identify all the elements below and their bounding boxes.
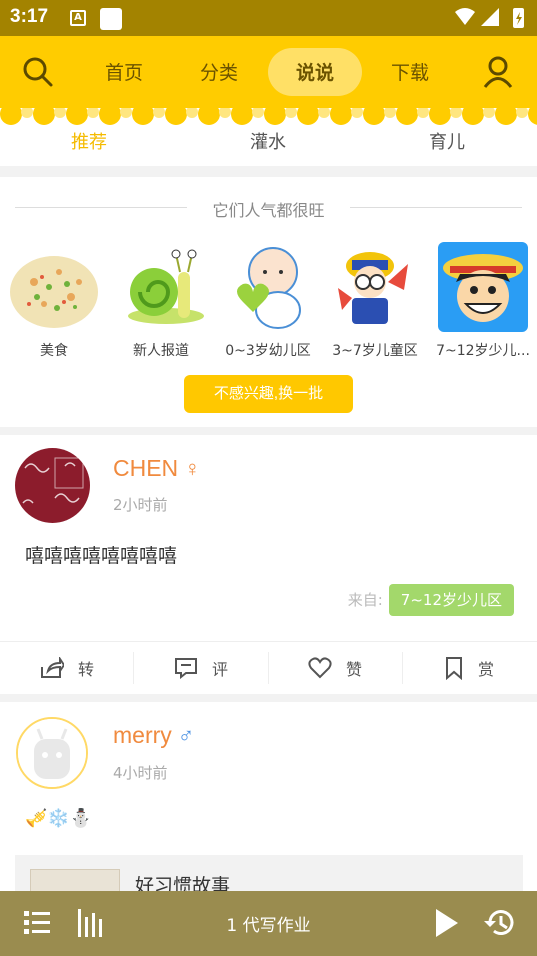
- status-time: 3:17: [10, 6, 49, 27]
- swap-batch-button[interactable]: 不感兴趣,换一批: [184, 375, 353, 413]
- play-icon[interactable]: [428, 905, 464, 941]
- avatar[interactable]: [16, 717, 88, 789]
- popular-item-label: 美食: [40, 343, 68, 359]
- avatar[interactable]: [15, 448, 90, 523]
- like-button[interactable]: 赞: [268, 642, 402, 694]
- nav-scallop-edge: [0, 108, 537, 125]
- status-bar: 3:17 A: [0, 0, 537, 36]
- popular-item-toddler[interactable]: 0~3岁幼儿区: [218, 242, 318, 360]
- post-username[interactable]: CHEN ♀: [113, 455, 201, 482]
- popular-item-newcomer[interactable]: 新人报道: [111, 242, 211, 360]
- subtab-parenting[interactable]: 育儿: [397, 128, 497, 154]
- story-thumbnail: [30, 869, 120, 891]
- signal-icon: [481, 8, 499, 26]
- popular-item-label: 3~7岁儿童区: [332, 343, 418, 359]
- tab-download[interactable]: 下载: [370, 58, 450, 85]
- comment-label: 评: [211, 660, 228, 679]
- history-icon[interactable]: [482, 905, 518, 941]
- post-source: 来自: 7~12岁少儿区: [348, 584, 514, 616]
- comment-icon: [174, 658, 197, 679]
- popular-item-label: 新人报道: [133, 343, 189, 359]
- notification-a-icon: A: [70, 10, 86, 26]
- story-title: 好习惯故事: [135, 875, 231, 891]
- popular-item-food[interactable]: 美食: [4, 242, 104, 360]
- male-icon: ♂: [177, 723, 195, 748]
- bookmark-icon: [445, 657, 462, 680]
- popular-item-preteen[interactable]: 7~12岁少儿...: [433, 242, 533, 360]
- wifi-icon: [455, 8, 475, 25]
- repost-label: 转: [77, 660, 94, 679]
- tab-talk[interactable]: 说说: [275, 58, 355, 85]
- female-icon: ♀: [184, 456, 201, 481]
- system-icons: [455, 8, 524, 28]
- tab-category[interactable]: 分类: [179, 58, 259, 85]
- popular-section: 它们人气都很旺 美食 新人报道 0~3岁幼儿区 3~7岁儿童区 7~12岁少儿.…: [0, 177, 537, 427]
- post-card[interactable]: merry ♂ 4小时前 🎺❄️⛄ 好习惯故事: [0, 702, 537, 891]
- comment-button[interactable]: 评: [134, 642, 268, 694]
- popular-item-label: 7~12岁少儿...: [436, 343, 530, 359]
- search-icon[interactable]: [20, 54, 56, 90]
- baby-image: [223, 242, 313, 332]
- notification-square-icon: [100, 8, 122, 30]
- heart-icon: [308, 657, 332, 679]
- reward-button[interactable]: 赏: [402, 642, 536, 694]
- tab-home[interactable]: 首页: [84, 58, 164, 85]
- story-card[interactable]: 好习惯故事: [15, 855, 523, 891]
- reward-label: 赏: [477, 660, 494, 679]
- username-text: CHEN: [113, 455, 179, 481]
- repost-button[interactable]: 转: [0, 642, 134, 694]
- subtab-recommend[interactable]: 推荐: [39, 128, 139, 154]
- fried-rice-image: [9, 242, 99, 332]
- divider: [350, 207, 522, 208]
- post-username[interactable]: merry ♂: [113, 722, 194, 749]
- popular-item-label: 0~3岁幼儿区: [225, 343, 311, 359]
- post-actions: 转 评 赞 赏: [0, 641, 537, 693]
- arale-image: [330, 242, 420, 332]
- share-icon: [40, 657, 64, 678]
- like-label: 赞: [345, 660, 362, 679]
- subtab-chat[interactable]: 灌水: [218, 128, 318, 154]
- post-emoji: 🎺❄️⛄: [25, 808, 93, 829]
- post-content: 嘻嘻嘻嘻嘻嘻嘻嘻: [25, 545, 178, 567]
- popular-title: 它们人气都很旺: [212, 201, 325, 220]
- snail-image: [116, 242, 206, 332]
- source-label: 来自:: [347, 591, 383, 609]
- post-card[interactable]: CHEN♀ 2小时前 嘻嘻嘻嘻嘻嘻嘻嘻 来自: 7~12岁少儿区 转 评 赞: [0, 435, 537, 694]
- audio-player-bar: 1 代写作业: [0, 891, 537, 956]
- top-nav: 首页 分类 说说 下载: [0, 36, 537, 108]
- source-tag[interactable]: 7~12岁少儿区: [388, 584, 514, 616]
- post-time: 2小时前: [113, 496, 168, 514]
- popular-item-child[interactable]: 3~7岁儿童区: [325, 242, 425, 360]
- luffy-image: [438, 242, 528, 332]
- user-icon[interactable]: [480, 54, 516, 90]
- username-text: merry: [113, 722, 172, 748]
- post-time: 4小时前: [113, 764, 168, 782]
